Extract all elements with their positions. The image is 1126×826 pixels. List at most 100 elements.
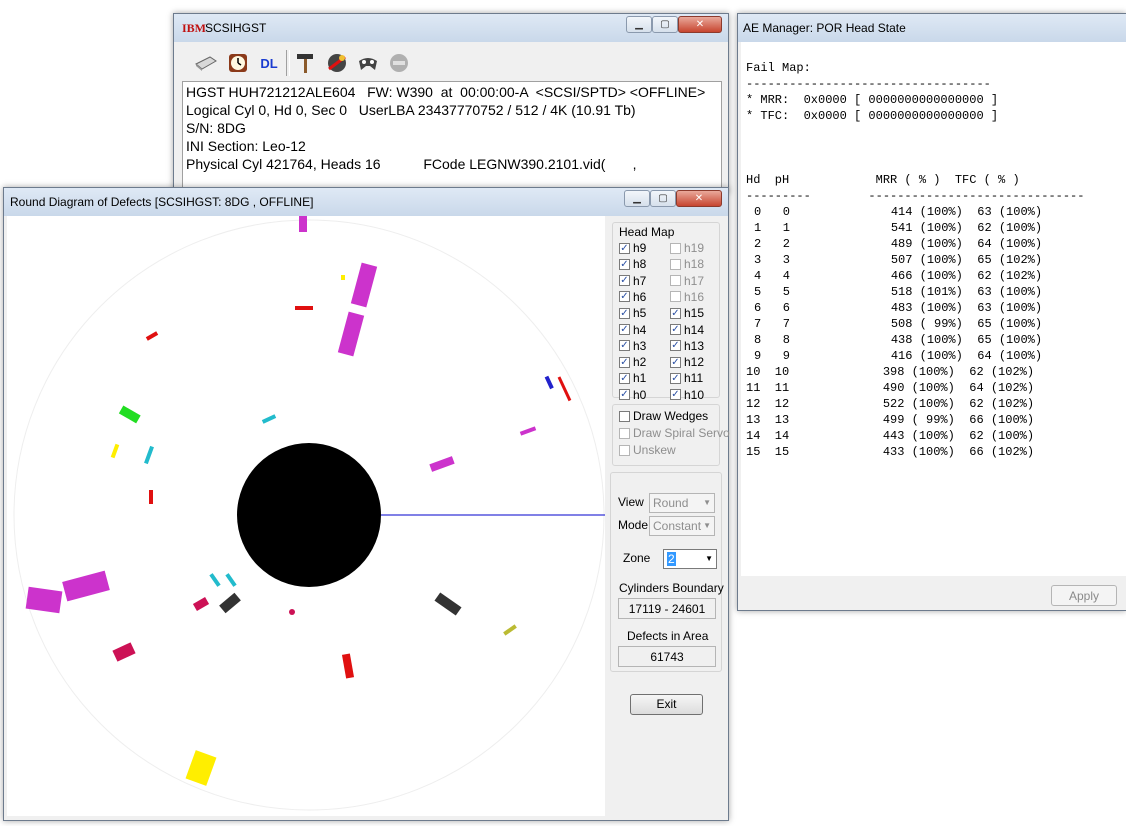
hammer-icon[interactable] <box>292 50 320 76</box>
checkbox-label: h14 <box>684 322 705 337</box>
gamepad-icon[interactable] <box>354 50 382 76</box>
checkbox-label: h2 <box>633 355 647 370</box>
checkbox-h4[interactable]: ✓ h4 <box>619 323 646 337</box>
checkbox-h10[interactable]: ✓ h10 <box>670 388 704 402</box>
table-row: 15 15 433 (100%) 66 (102%) <box>746 445 1035 459</box>
checkbox-h7[interactable]: ✓ h7 <box>619 274 646 288</box>
minimize-button[interactable]: ▁ <box>624 190 650 207</box>
scsihgst-window: IBM SCSIHGST ▁ ▢ ✕ DL HGST HUH721212ALE6… <box>173 13 729 194</box>
close-button[interactable]: ✕ <box>676 190 722 207</box>
crossed-tool-icon[interactable] <box>323 50 351 76</box>
checkbox-h17: h17 <box>670 274 704 288</box>
table-row: 3 3 507 (100%) 65 (102%) <box>754 253 1043 267</box>
scsihgst-titlebar[interactable]: IBM SCSIHGST ▁ ▢ ✕ <box>174 14 728 42</box>
checkbox-draw-spiral-servo: Draw Spiral Servo <box>619 426 730 440</box>
table-row: 14 14 443 (100%) 62 (100%) <box>746 429 1035 443</box>
mrr-line: * MRR: 0x0000 [ 0000000000000000 ] <box>746 93 999 107</box>
table-row: 2 2 489 (100%) 64 (100%) <box>754 237 1043 251</box>
table-row: 5 5 518 (101%) 63 (100%) <box>754 285 1043 299</box>
info-line-serial: S/N: 8DG <box>186 120 246 136</box>
checkbox-h9[interactable]: ✓ h9 <box>619 241 646 255</box>
defect-mark <box>149 490 153 504</box>
ae-manager-titlebar[interactable]: AE Manager: POR Head State <box>738 14 1126 42</box>
defects-in-area-value: 61743 <box>618 646 716 667</box>
checkbox-label: h17 <box>684 273 705 288</box>
checkmark-icon: ✓ <box>619 372 630 384</box>
checkmark-icon: ✓ <box>619 258 630 270</box>
table-row: 1 1 541 (100%) 62 (100%) <box>754 221 1043 235</box>
zone-select-value: 2 <box>667 552 676 566</box>
checkbox-h3[interactable]: ✓ h3 <box>619 339 646 353</box>
checkbox-label: h4 <box>633 322 647 337</box>
checkbox-h0[interactable]: ✓ h0 <box>619 388 646 402</box>
view-select-value: Round <box>653 496 689 510</box>
fail-map-label: Fail Map: <box>746 61 811 75</box>
chevron-down-icon: ▼ <box>703 521 711 530</box>
unchecked-box-icon <box>670 275 681 287</box>
checkbox-label: h11 <box>684 371 704 386</box>
options-group: Draw Wedges Draw Spiral Servo Unskew <box>612 404 730 466</box>
checkbox-h13[interactable]: ✓ h13 <box>670 339 704 353</box>
checkbox-h15[interactable]: ✓ h15 <box>670 306 704 320</box>
mode-select[interactable]: Constant ▼ <box>649 516 715 536</box>
view-select[interactable]: Round ▼ <box>649 493 715 513</box>
zone-select[interactable]: 2 ▼ <box>663 549 717 569</box>
checkbox-label: h19 <box>684 241 705 255</box>
checkbox-label: h15 <box>684 306 705 321</box>
table-dashes: --------- ------------------------------ <box>746 189 1085 203</box>
checkbox-h8[interactable]: ✓ h8 <box>619 257 646 271</box>
checkbox-label: Draw Wedges <box>633 409 709 423</box>
drive-info-panel: HGST HUH721212ALE604 FW: W390 at 00:00:0… <box>182 81 722 194</box>
checkmark-icon: ✓ <box>619 340 630 352</box>
cylinders-boundary-value: 17119 - 24601 <box>618 598 716 619</box>
checkbox-unskew: Unskew <box>619 443 676 457</box>
maximize-button[interactable]: ▢ <box>650 190 676 207</box>
checkmark-icon: ✓ <box>619 275 630 287</box>
clock-icon[interactable] <box>224 50 252 76</box>
checkmark-icon: ✓ <box>619 307 630 319</box>
checkmark-icon: ✓ <box>670 340 681 352</box>
unchecked-box-icon <box>619 410 630 422</box>
checkbox-h14[interactable]: ✓ h14 <box>670 323 704 337</box>
close-button[interactable]: ✕ <box>678 16 722 33</box>
info-line-ini: INI Section: Leo-12 <box>186 138 306 154</box>
checkbox-h5[interactable]: ✓ h5 <box>619 306 646 320</box>
checkmark-icon: ✓ <box>619 356 630 368</box>
checkbox-h19: h19 <box>670 241 704 255</box>
defect-mark <box>25 586 63 614</box>
disabled-tool-icon[interactable] <box>385 50 413 76</box>
defect-mark <box>289 609 295 615</box>
checkbox-draw-wedges[interactable]: Draw Wedges <box>619 409 708 423</box>
defect-map-canvas <box>7 216 605 816</box>
checkbox-h6[interactable]: ✓ h6 <box>619 290 646 304</box>
exit-button[interactable]: Exit <box>630 694 703 715</box>
dl-button[interactable]: DL <box>255 50 283 76</box>
checkmark-icon: ✓ <box>670 372 681 384</box>
cylinders-boundary-label: Cylinders Boundary <box>619 581 724 595</box>
round-diagram-titlebar[interactable]: Round Diagram of Defects [SCSIHGST: 8DG … <box>4 188 728 216</box>
drive-icon[interactable] <box>192 50 220 76</box>
checkbox-label: h0 <box>633 387 647 402</box>
checkbox-label: h7 <box>633 273 647 288</box>
table-row: 10 10 398 (100%) 62 (102%) <box>746 365 1035 379</box>
minimize-button[interactable]: ▁ <box>626 16 652 33</box>
table-row: 12 12 522 (100%) 62 (102%) <box>746 397 1035 411</box>
checkbox-h12[interactable]: ✓ h12 <box>670 355 704 369</box>
table-row: 13 13 499 ( 99%) 66 (100%) <box>746 413 1035 427</box>
maximize-button[interactable]: ▢ <box>652 16 678 33</box>
apply-button[interactable]: Apply <box>1051 585 1117 606</box>
checkmark-icon: ✓ <box>619 242 630 254</box>
table-row: 6 6 483 (100%) 63 (100%) <box>754 301 1043 315</box>
checkbox-label: h13 <box>684 338 705 353</box>
head-map-group: Head Map ✓ h9 ✓ h8 ✓ h7 ✓ h6 ✓ h5 ✓ h4 ✓ h3 ✓ h2 ✓ h1 ✓ h0 … <box>612 222 720 402</box>
spindle-hub <box>237 443 381 587</box>
checkbox-h2[interactable]: ✓ h2 <box>619 355 646 369</box>
checkmark-icon: ✓ <box>670 307 681 319</box>
unchecked-box-icon <box>670 291 681 303</box>
checkmark-icon: ✓ <box>619 324 630 335</box>
checkbox-h11[interactable]: ✓ h11 <box>670 371 703 385</box>
checkbox-label: h10 <box>684 387 705 402</box>
checkbox-h1[interactable]: ✓ h1 <box>619 371 646 385</box>
unchecked-box-icon <box>619 427 630 439</box>
info-line-logical: Logical Cyl 0, Hd 0, Sec 0 UserLBA 23437… <box>186 102 636 118</box>
